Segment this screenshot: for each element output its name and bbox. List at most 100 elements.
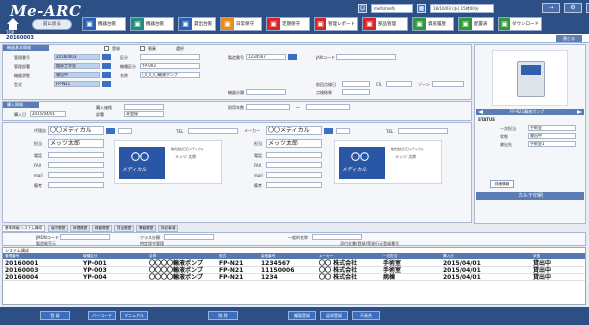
settings-icon[interactable]: ⚙ (564, 3, 582, 13)
maker-button[interactable] (324, 128, 333, 134)
detail-button[interactable]: 詳細情報 (490, 180, 514, 188)
other-field[interactable] (312, 234, 362, 240)
type-button[interactable] (102, 81, 111, 87)
maker-phone-field[interactable] (266, 152, 322, 158)
group-field[interactable] (164, 234, 214, 240)
place-field[interactable]: 貸出中 (54, 72, 100, 78)
status-field[interactable] (140, 54, 200, 60)
column-header[interactable]: 購入日 (443, 253, 454, 259)
footer-button-0[interactable]: 登 録 (40, 311, 70, 320)
nav-button-4[interactable]: ▣ 定期保守 (266, 17, 310, 31)
record-id-bar: 20160003 閉じる (0, 34, 589, 43)
column-header[interactable]: 製造番号 (261, 253, 275, 259)
label-extra: 選択 (176, 46, 184, 51)
person-field[interactable]: メッツ太郎 (48, 139, 104, 148)
place-button[interactable] (102, 72, 111, 78)
dealer-field[interactable]: 〇〇メディカル (48, 126, 104, 135)
nav-button-9[interactable]: ▣ ダウンロード (498, 17, 542, 31)
checkbox-discard[interactable] (140, 46, 145, 51)
nav-button-3[interactable]: ▣ 日常保守 (220, 17, 262, 31)
maker-code-field[interactable] (336, 128, 350, 134)
tab-6[interactable]: 特記事項 (158, 225, 179, 232)
column-header[interactable]: 機種区分 (83, 253, 97, 259)
nav-button-2[interactable]: ▣ 貸出台帳 (178, 17, 216, 31)
nav-button-6[interactable]: ▣ 部品管理 (362, 17, 408, 31)
model-field[interactable]: YP-003 (140, 63, 200, 69)
name-field[interactable]: 〇〇〇〇輸液ポンプ (140, 72, 200, 78)
column-header[interactable]: 型式 (219, 253, 226, 259)
zone-field[interactable] (432, 81, 464, 87)
model-no-field[interactable]: 1234567 (246, 54, 286, 60)
column-header[interactable]: 一次担当 (383, 253, 397, 259)
footer-button-3[interactable]: 削 除 (208, 311, 238, 320)
price-field[interactable] (124, 104, 164, 110)
tab-5[interactable]: 異動履歴 (136, 225, 157, 232)
status-title: STATUS (478, 117, 495, 122)
table-row[interactable]: 20160003 YP-003 〇〇〇〇輸液ポンプ FP-N21 11150006 〇〇 … (3, 267, 585, 274)
category-field[interactable] (246, 89, 286, 95)
jan-field[interactable] (336, 54, 396, 60)
mgmt-no-field[interactable]: 20160003 (54, 54, 100, 60)
cls-field[interactable] (386, 81, 412, 87)
column-header[interactable]: メーカー (319, 253, 333, 259)
column-header[interactable]: 管理番号 (5, 253, 19, 259)
tab-2[interactable]: 修理履歴 (70, 225, 91, 232)
tab-4[interactable]: 貸出履歴 (114, 225, 135, 232)
footer-button-6[interactable]: 不具合 (352, 311, 380, 320)
maker-person-field[interactable]: メッツ太郎 (266, 139, 322, 148)
dealer-code-field[interactable] (118, 128, 132, 134)
table-cell: 〇〇 株式会社 (319, 274, 358, 281)
tab-1[interactable]: 保守履歴 (48, 225, 69, 232)
table-row[interactable]: 20160004 YP-004 〇〇〇〇輸液ポンプ FP-N21 1234 〇〇 株式会社… (3, 274, 585, 281)
mgmt-dept-button[interactable] (102, 63, 111, 69)
fax-field[interactable] (48, 162, 104, 168)
check-result-field[interactable] (342, 89, 370, 95)
period-label: 耐用年数 (228, 105, 244, 110)
table-cell: YP-001 (83, 260, 107, 267)
nav-button-7[interactable]: ▣ 資産履歴 (412, 17, 454, 31)
dealer-tel-field[interactable] (188, 128, 238, 134)
mgmt-no-search-button[interactable] (102, 54, 111, 60)
jmdn-field[interactable] (60, 234, 110, 240)
nav-button-8[interactable]: ▣ 配置表 (458, 17, 494, 31)
purchase-dept-field[interactable]: 未登録 (124, 111, 164, 117)
maker-mail-field[interactable] (266, 172, 322, 178)
table-row[interactable]: 20160001 YP-001 〇〇〇〇輸液ポンプ FP-N21 1234567 〇〇 株… (3, 260, 585, 267)
note-field[interactable] (48, 182, 104, 188)
history-button[interactable]: 閉じる (556, 35, 582, 42)
period-to-field[interactable] (306, 104, 350, 110)
period-from-field[interactable] (246, 104, 290, 110)
column-header[interactable]: 状態 (533, 253, 540, 259)
footer-button-2[interactable]: マニュアル (120, 311, 148, 320)
maker-fax-field[interactable] (266, 162, 322, 168)
footer-button-4[interactable]: 複製登録 (288, 311, 316, 320)
maker-field[interactable]: 〇〇メディカル (266, 126, 322, 135)
logout-icon[interactable]: ⇢ (542, 3, 560, 13)
nav-button-1[interactable]: ▣ 機器台帳 (130, 17, 174, 31)
footer-button-1[interactable]: バーコード (88, 311, 116, 320)
checkbox-new[interactable] (104, 46, 109, 51)
table-cell: 手術室 (383, 267, 402, 274)
type-field[interactable]: FP-N21 (54, 81, 100, 87)
footer-button-5[interactable]: 返却登録 (320, 311, 348, 320)
mgmt-dept-field[interactable]: 臨床工学室 (54, 63, 100, 69)
mail-field[interactable] (48, 172, 104, 178)
tel-field[interactable] (48, 152, 104, 158)
dealer-button[interactable] (106, 128, 115, 134)
purchase-date-field[interactable]: 2015/04/01 (30, 111, 66, 117)
model-no-search-button[interactable] (288, 54, 297, 60)
maker-note-field[interactable] (266, 182, 322, 188)
print-chart-button[interactable]: カルテ印刷 (476, 192, 584, 200)
dealer-label: 代理店 (34, 128, 46, 133)
maker-tel-field[interactable] (398, 128, 448, 134)
tab-3[interactable]: 移動履歴 (92, 225, 113, 232)
status-value: 手術室1 (528, 141, 576, 147)
table-cell: 〇〇〇〇輸液ポンプ (149, 260, 203, 267)
tab-0[interactable]: 基準情報/システム構成 (2, 225, 46, 232)
nav-button-0[interactable]: ▣ 機器台帳 (82, 17, 126, 31)
back-button[interactable]: 前に戻る (32, 19, 72, 30)
column-header[interactable]: 名称 (149, 253, 156, 259)
prev-check-field[interactable] (342, 81, 370, 87)
home-icon[interactable] (6, 17, 20, 31)
nav-button-5[interactable]: ▣ 管理レポート (314, 17, 358, 31)
